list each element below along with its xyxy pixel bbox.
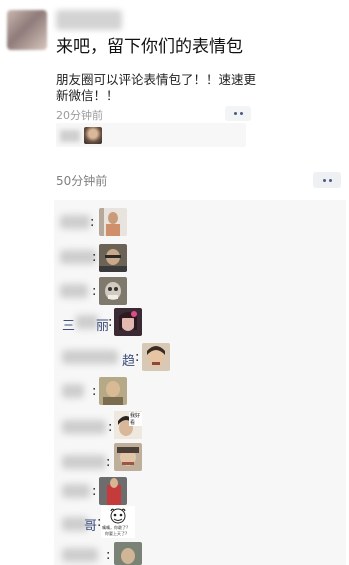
commenter-name-fragment[interactable]: 哥 <box>84 515 97 534</box>
comment-colon: : <box>92 250 97 265</box>
commenter-name-fragment[interactable]: 三 <box>62 315 75 334</box>
commenter-name-blurred[interactable] <box>62 384 84 398</box>
sticker-caption: 我好看 <box>129 412 142 426</box>
comment-colon: : <box>106 548 111 563</box>
comment-colon: : <box>90 215 95 230</box>
post-description: 朋友圈可以评论表情包了！！速速更新微信！！ <box>56 72 257 103</box>
post-title: 来吧，留下你们的表情包 <box>56 37 243 57</box>
commenter-name-blurred[interactable] <box>60 284 88 298</box>
commenter-name-blurred[interactable] <box>62 350 118 364</box>
comment-colon: : <box>92 484 97 499</box>
commenter-name-blurred[interactable] <box>62 420 106 434</box>
sticker-thumbnail[interactable] <box>84 127 102 144</box>
comment-colon: : <box>108 420 113 435</box>
post-time: 20分钟前 <box>56 109 103 122</box>
sticker-caption: 嘴嘴，你敢了? <box>102 525 129 530</box>
commenter-name-blurred[interactable] <box>60 215 90 229</box>
avatar[interactable] <box>7 10 47 50</box>
sticker-image[interactable] <box>114 308 142 336</box>
commenter-name-blurred[interactable] <box>62 548 98 562</box>
comment-colon: : <box>108 315 113 330</box>
sticker-image[interactable] <box>99 277 127 305</box>
comment-colon: : <box>135 350 140 365</box>
sticker-image[interactable]: 我好看 <box>114 411 142 439</box>
comments-list <box>54 200 346 565</box>
comment-colon: : <box>92 284 97 299</box>
commenter-name-blurred[interactable] <box>62 484 90 498</box>
sticker-image[interactable] <box>99 477 127 505</box>
commenter-name-blurred[interactable] <box>62 455 106 469</box>
comment-colon: : <box>92 384 97 399</box>
sticker-image[interactable] <box>99 244 127 272</box>
sticker-image[interactable] <box>114 542 142 565</box>
commenter-name-fragment[interactable]: 趋 <box>122 350 135 369</box>
more-dots-icon <box>322 178 326 182</box>
commenter-name-blurred[interactable] <box>76 315 98 329</box>
more-dots-icon <box>233 112 237 115</box>
more-options-button-2[interactable] <box>313 172 341 188</box>
more-options-button[interactable] <box>225 106 251 121</box>
sticker-image[interactable] <box>142 343 170 371</box>
sticker-image[interactable]: 嘴嘴，你敢了? 你要上天了? <box>101 506 135 538</box>
post-time-2: 50分钟前 <box>56 174 108 188</box>
sticker-image[interactable] <box>99 208 127 236</box>
sticker-caption: 你要上天了? <box>105 531 128 536</box>
sticker-image[interactable] <box>114 443 142 471</box>
author-name-blurred[interactable] <box>56 10 122 30</box>
commenter-name-blurred <box>60 130 80 142</box>
commenter-name-blurred[interactable] <box>60 250 96 264</box>
sticker-image[interactable] <box>99 377 127 405</box>
comment-colon: : <box>106 455 111 470</box>
